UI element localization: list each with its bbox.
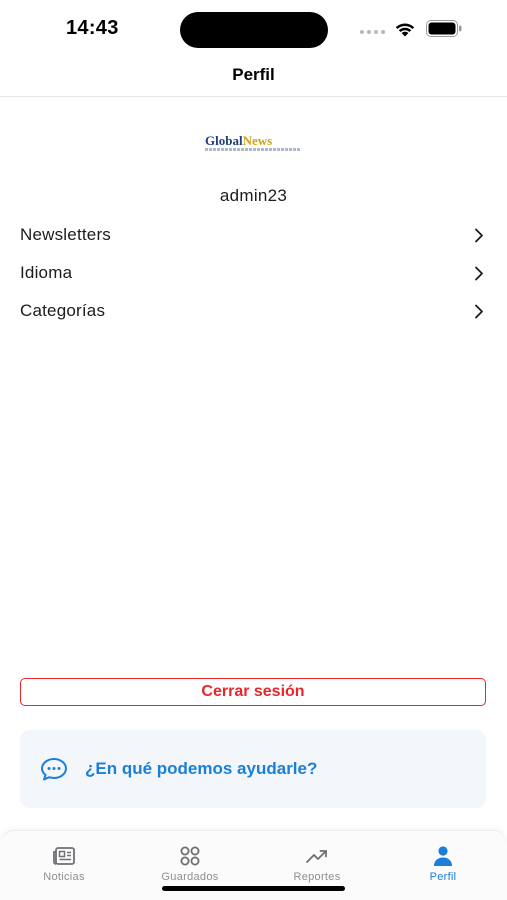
navigation-bar: Perfil xyxy=(0,56,507,97)
global-news-logo: GlobalNews xyxy=(205,134,303,154)
tab-label: Reportes xyxy=(293,871,341,883)
help-label: ¿En qué podemos ayudarle? xyxy=(85,759,318,778)
page-title: Perfil xyxy=(232,65,275,84)
help-card[interactable]: ¿En qué podemos ayudarle? xyxy=(20,730,486,808)
logo-text-news: News xyxy=(242,133,273,148)
menu-item-label: Newsletters xyxy=(20,225,112,244)
logo-text-global: Global xyxy=(205,133,243,148)
newspaper-icon xyxy=(53,847,75,865)
tab-reportes[interactable]: Reportes xyxy=(267,845,367,889)
menu-item-label: Idioma xyxy=(20,263,73,282)
person-icon xyxy=(434,846,452,866)
chat-bubble-icon xyxy=(41,758,67,781)
tab-noticias[interactable]: Noticias xyxy=(14,845,114,889)
chevron-right-icon xyxy=(475,266,483,281)
grid-icon xyxy=(180,846,200,866)
chevron-right-icon xyxy=(475,304,483,319)
menu-item-idioma[interactable]: Idioma xyxy=(20,258,486,288)
tab-label: Guardados xyxy=(161,871,219,883)
username: admin23 xyxy=(219,186,288,205)
logout-label: Cerrar sesión xyxy=(201,683,305,700)
status-time: 14:43 xyxy=(66,17,119,39)
logout-button[interactable]: Cerrar sesión xyxy=(20,678,486,706)
wifi-icon xyxy=(395,23,415,37)
trending-up-icon xyxy=(306,850,327,863)
logo-tagline xyxy=(205,148,301,151)
menu-item-newsletters[interactable]: Newsletters xyxy=(20,220,486,250)
cellular-signal-icon xyxy=(360,30,385,34)
menu-item-categorias[interactable]: Categorías xyxy=(20,296,486,326)
profile-screen: 14:43 Perfil GlobalNews admin23 Newslett… xyxy=(0,0,507,900)
menu-item-label: Categorías xyxy=(20,301,106,320)
dynamic-island xyxy=(180,12,328,48)
tab-label: Perfil xyxy=(429,871,457,883)
tab-label: Noticias xyxy=(43,871,85,883)
tab-perfil[interactable]: Perfil xyxy=(393,845,493,889)
chevron-right-icon xyxy=(475,228,483,243)
battery-icon xyxy=(426,20,462,37)
status-bar: 14:43 xyxy=(0,0,507,56)
home-indicator xyxy=(162,886,345,891)
tab-guardados[interactable]: Guardados xyxy=(140,845,240,889)
